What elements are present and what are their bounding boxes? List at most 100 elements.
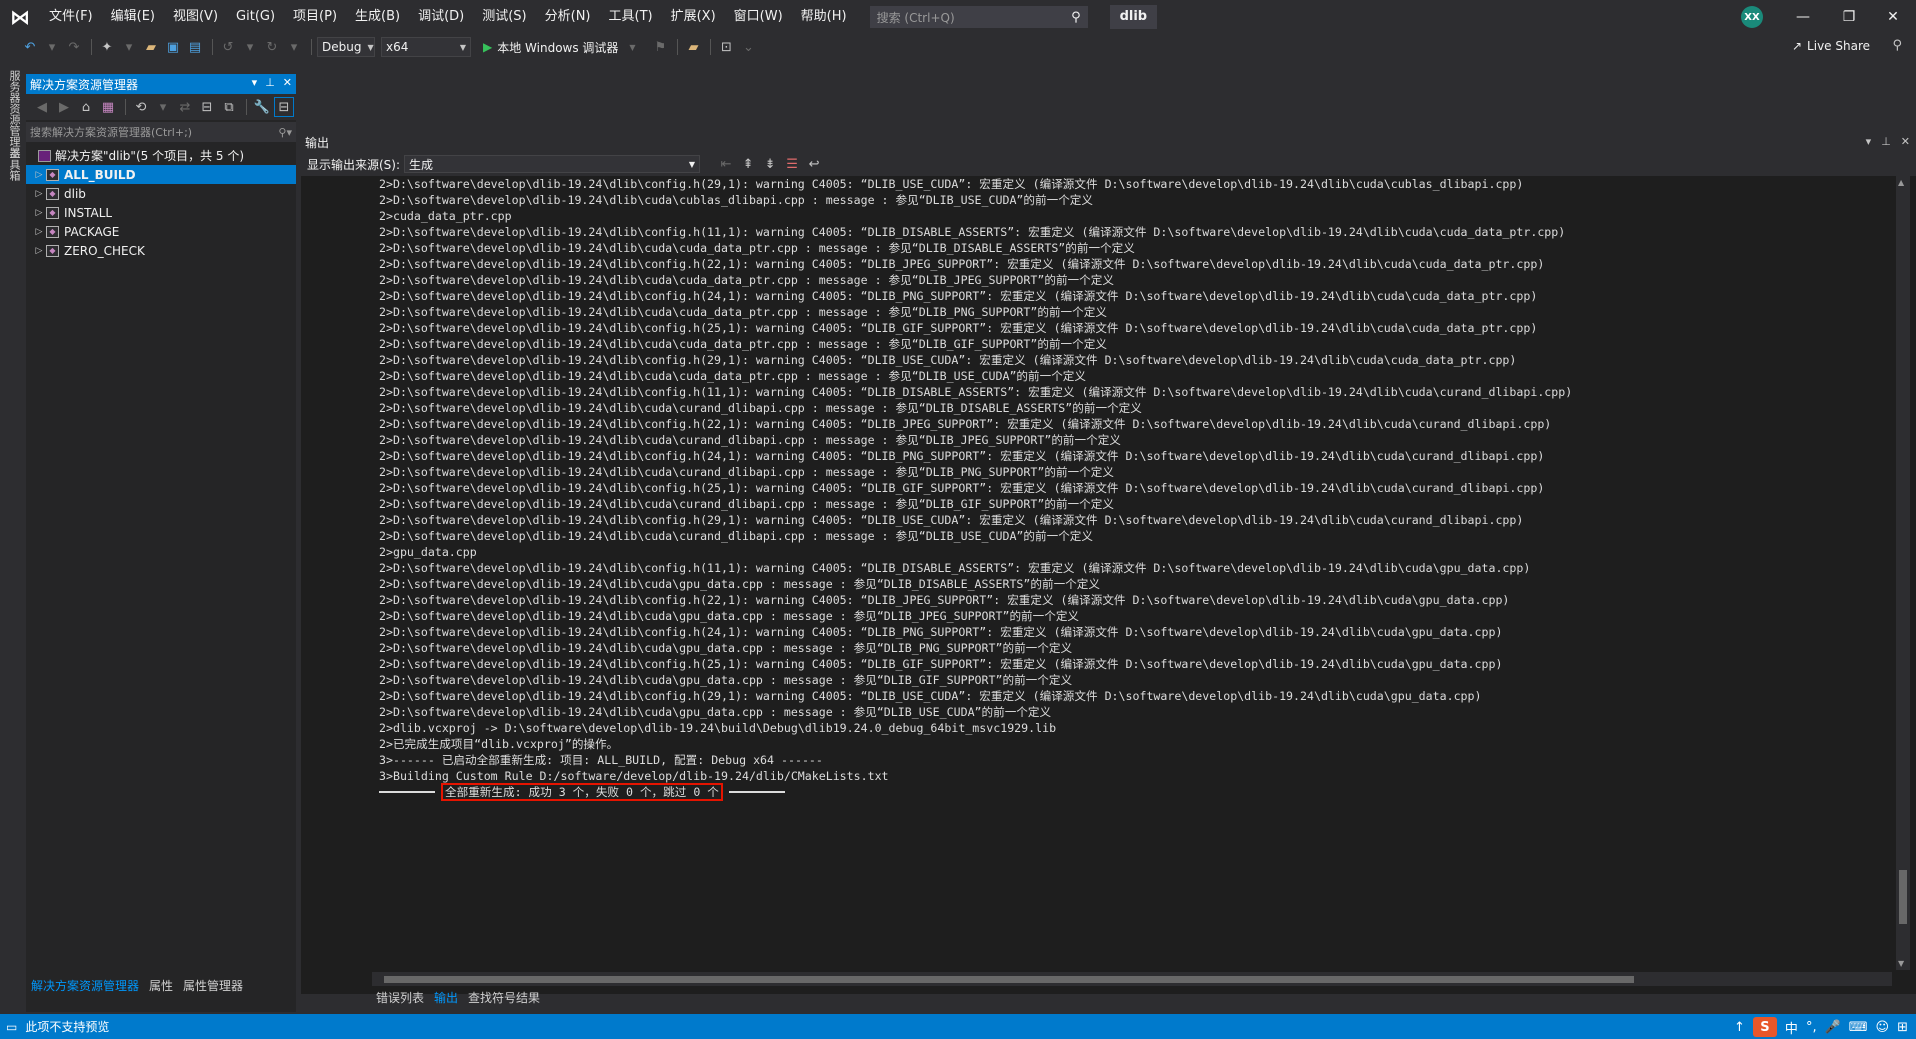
expand-arrow-icon[interactable]: ▷ bbox=[32, 208, 46, 218]
punctuation-icon[interactable]: °, bbox=[1806, 1020, 1817, 1035]
output-panel-tab[interactable]: 查找符号结果 bbox=[463, 988, 545, 1008]
show-all-files-icon[interactable]: ⧉ bbox=[219, 97, 239, 117]
ime-language[interactable]: 中 bbox=[1785, 1018, 1798, 1037]
expand-arrow-icon[interactable]: ▷ bbox=[32, 227, 46, 237]
server-explorer-tab[interactable]: 服务器资源管理器 bbox=[6, 70, 22, 158]
expand-arrow-icon[interactable]: ▷ bbox=[32, 170, 46, 180]
preview-selected-icon[interactable]: ⊟ bbox=[274, 97, 294, 117]
scroll-down-icon[interactable]: ▼ bbox=[1898, 959, 1904, 968]
scroll-thumb[interactable] bbox=[384, 976, 1634, 983]
folder-view-icon[interactable]: ▰ bbox=[683, 37, 703, 57]
collapse-all-icon[interactable]: ⊟ bbox=[197, 97, 217, 117]
start-debugging-button[interactable]: ▶ 本地 Windows 调试器 ▼ bbox=[483, 37, 644, 57]
dropdown-arrow-icon[interactable]: ▾ bbox=[119, 37, 139, 57]
scroll-up-icon[interactable]: ▲ bbox=[1898, 178, 1904, 187]
screenshot-icon[interactable]: ⊡ bbox=[716, 37, 736, 57]
undo-icon[interactable]: ↺ bbox=[218, 37, 238, 57]
output-vertical-scrollbar[interactable]: ▲ ▼ bbox=[1896, 176, 1910, 970]
menu-item[interactable]: 编辑(E) bbox=[102, 0, 164, 34]
menu-item[interactable]: 调试(D) bbox=[409, 0, 473, 34]
close-icon[interactable]: ✕ bbox=[283, 76, 292, 89]
menu-item[interactable]: Git(G) bbox=[227, 0, 284, 34]
user-icon[interactable]: ☺ bbox=[1876, 1020, 1890, 1035]
window-position-icon[interactable]: ▾ bbox=[1866, 135, 1872, 148]
pending-changes-filter-icon[interactable]: ⟲ bbox=[131, 97, 151, 117]
up-arrow-icon[interactable]: ↑ bbox=[1734, 1020, 1745, 1035]
project-node[interactable]: ▷ ◆ PACKAGE bbox=[26, 222, 296, 241]
save-all-icon[interactable]: ▤ bbox=[185, 37, 205, 57]
switch-views-icon[interactable]: ▦ bbox=[98, 97, 118, 117]
sync-icon[interactable]: ⇄ bbox=[175, 97, 195, 117]
user-avatar[interactable]: XX bbox=[1741, 6, 1763, 28]
menu-item[interactable]: 测试(S) bbox=[473, 0, 535, 34]
debug-target-icon[interactable]: ⚑ bbox=[650, 37, 670, 57]
sogou-ime-icon[interactable]: S bbox=[1752, 1017, 1777, 1037]
home-icon[interactable]: ⌂ bbox=[76, 97, 96, 117]
output-line: 2>D:\software\develop\dlib-19.24\dlib\co… bbox=[379, 225, 1566, 239]
redo-icon[interactable]: ↻ bbox=[262, 37, 282, 57]
restore-button[interactable]: ❐ bbox=[1826, 0, 1872, 34]
pin-icon[interactable]: ⊥ bbox=[1881, 135, 1891, 148]
output-source-combo[interactable]: 生成 ▼ bbox=[404, 155, 701, 173]
minimize-button[interactable]: — bbox=[1780, 0, 1826, 34]
search-box[interactable]: 搜索 (Ctrl+Q) ⚲ bbox=[869, 6, 1088, 28]
back-icon[interactable]: ↶ bbox=[20, 37, 40, 57]
output-panel-tab[interactable]: 错误列表 bbox=[371, 988, 429, 1008]
properties-wrench-icon[interactable]: 🔧 bbox=[252, 97, 272, 117]
forward-icon[interactable]: ↷ bbox=[64, 37, 84, 57]
menu-item[interactable]: 项目(P) bbox=[284, 0, 346, 34]
project-node[interactable]: ▷ ◆ dlib bbox=[26, 184, 296, 203]
menu-item[interactable]: 帮助(H) bbox=[792, 0, 856, 34]
visual-studio-logo-icon[interactable]: ⋈ bbox=[0, 0, 40, 34]
solution-node[interactable]: 解决方案"dlib"(5 个项目，共 5 个) bbox=[26, 146, 296, 165]
back-icon[interactable]: ◀ bbox=[32, 97, 52, 117]
project-icon: ◆ bbox=[46, 206, 59, 219]
dropdown-arrow-icon[interactable]: ▾ bbox=[153, 97, 173, 117]
project-node[interactable]: ▷ ◆ ZERO_CHECK bbox=[26, 241, 296, 260]
dropdown-arrow-icon[interactable]: ▾ bbox=[240, 37, 260, 57]
next-message-icon[interactable]: ⇟ bbox=[760, 154, 780, 174]
solution-explorer-tab[interactable]: 解决方案资源管理器 bbox=[26, 976, 144, 996]
grid-icon[interactable]: ⊞ bbox=[1897, 1020, 1908, 1035]
save-icon[interactable]: ▣ bbox=[163, 37, 183, 57]
output-text-area[interactable]: 2>D:\software\develop\dlib-19.24\dlib\co… bbox=[379, 176, 1889, 970]
platform-combo[interactable]: x64 ▼ bbox=[381, 37, 471, 57]
dropdown-arrow-icon[interactable]: ▾ bbox=[42, 37, 62, 57]
live-share-button[interactable]: ↗ Live Share bbox=[1792, 39, 1870, 53]
overflow-icon[interactable]: ⌄ bbox=[738, 37, 758, 57]
clear-all-icon[interactable]: ☰ bbox=[782, 154, 802, 174]
expand-arrow-icon[interactable]: ▷ bbox=[32, 246, 46, 256]
previous-message-icon[interactable]: ⇞ bbox=[738, 154, 758, 174]
word-wrap-icon[interactable]: ↩ bbox=[804, 154, 824, 174]
forward-icon[interactable]: ▶ bbox=[54, 97, 74, 117]
menu-item[interactable]: 文件(F) bbox=[40, 0, 102, 34]
toolbox-tab[interactable]: 工具箱 bbox=[6, 148, 22, 181]
menu-item[interactable]: 窗口(W) bbox=[725, 0, 792, 34]
microphone-icon[interactable]: 🎤 bbox=[1825, 1020, 1841, 1035]
solution-explorer-tab[interactable]: 属性管理器 bbox=[178, 976, 248, 996]
pin-icon[interactable]: ⊥ bbox=[265, 76, 275, 89]
output-horizontal-scrollbar[interactable] bbox=[372, 972, 1892, 986]
close-window-button[interactable]: ✕ bbox=[1870, 0, 1916, 34]
menu-item[interactable]: 生成(B) bbox=[346, 0, 409, 34]
menu-item[interactable]: 扩展(X) bbox=[662, 0, 725, 34]
menu-item[interactable]: 视图(V) bbox=[164, 0, 227, 34]
solution-explorer-search[interactable]: 搜索解决方案资源管理器(Ctrl+;) ⚲▾ bbox=[26, 122, 296, 142]
feedback-icon[interactable]: ⚲ bbox=[1892, 38, 1902, 53]
open-folder-icon[interactable]: ▰ bbox=[141, 37, 161, 57]
menu-item[interactable]: 工具(T) bbox=[600, 0, 662, 34]
output-panel-tab[interactable]: 输出 bbox=[429, 988, 463, 1008]
window-position-icon[interactable]: ▾ bbox=[252, 76, 258, 89]
menu-item[interactable]: 分析(N) bbox=[536, 0, 600, 34]
new-project-icon[interactable]: ✦ bbox=[97, 37, 117, 57]
solution-explorer-tab[interactable]: 属性 bbox=[144, 976, 178, 996]
find-message-icon[interactable]: ⇤ bbox=[716, 154, 736, 174]
close-icon[interactable]: ✕ bbox=[1901, 135, 1910, 148]
expand-arrow-icon[interactable]: ▷ bbox=[32, 189, 46, 199]
dropdown-arrow-icon[interactable]: ▾ bbox=[284, 37, 304, 57]
scroll-thumb[interactable] bbox=[1899, 870, 1907, 924]
keyboard-icon[interactable]: ⌨ bbox=[1849, 1020, 1868, 1035]
configuration-combo[interactable]: Debug ▼ bbox=[317, 37, 375, 57]
project-node[interactable]: ▷ ◆ INSTALL bbox=[26, 203, 296, 222]
project-node[interactable]: ▷ ◆ ALL_BUILD bbox=[26, 165, 296, 184]
